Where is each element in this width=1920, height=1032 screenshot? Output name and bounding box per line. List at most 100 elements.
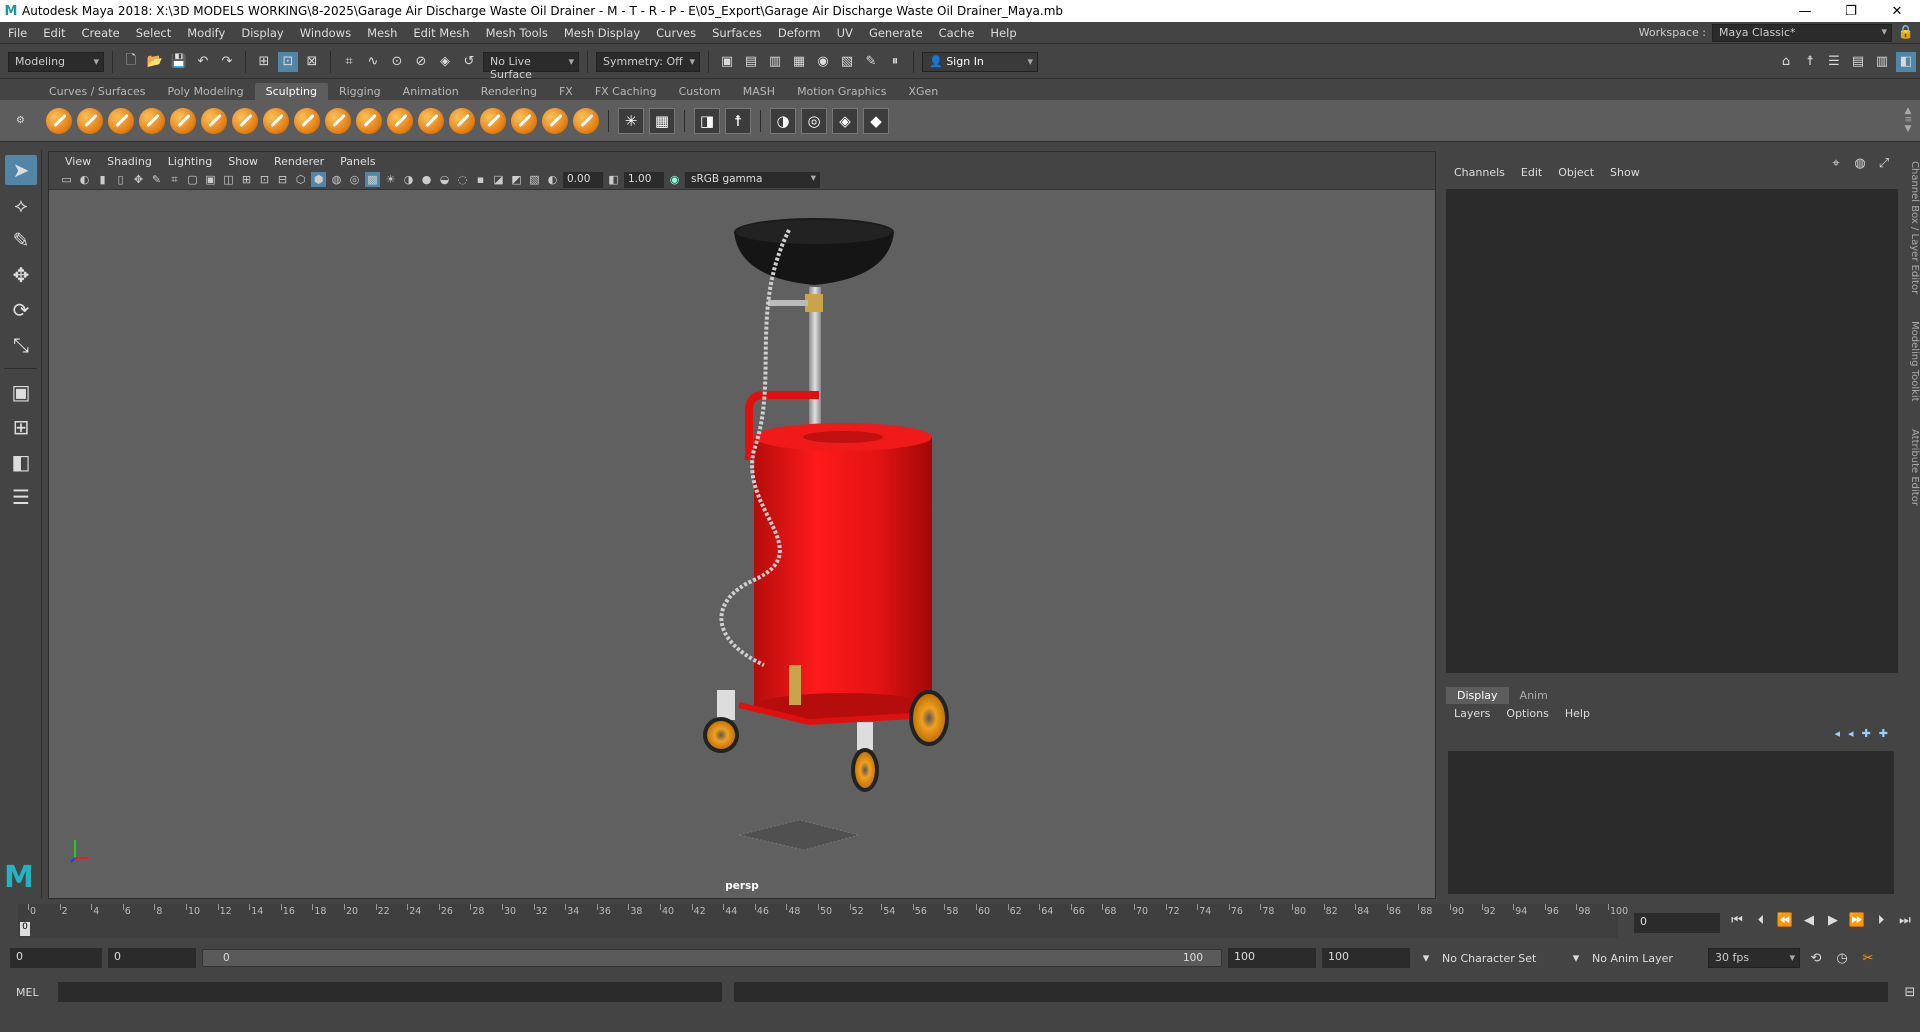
lasso-tool-icon[interactable]: ⟡ — [5, 190, 37, 220]
bookmark-icon[interactable]: ▮ — [95, 172, 110, 187]
imprint-tool-icon[interactable] — [325, 107, 351, 134]
xray-joints-icon[interactable]: ▧ — [527, 172, 542, 187]
camera-attributes-icon[interactable]: ◐ — [77, 172, 92, 187]
depth-of-field-icon[interactable]: ▪ — [473, 172, 488, 187]
tab-poly-modeling[interactable]: Poly Modeling — [157, 83, 255, 100]
step-back-key-icon[interactable]: ⏴ — [1752, 911, 1770, 929]
character-set-icon[interactable]: ▾ — [1416, 948, 1436, 968]
color-management-icon[interactable]: ◉ — [667, 172, 682, 187]
new-scene-icon[interactable]: 🗋 — [121, 52, 141, 72]
menu-mesh-tools[interactable]: Mesh Tools — [478, 26, 556, 40]
go-to-start-icon[interactable]: ⏮ — [1728, 911, 1746, 929]
pinch-tool-icon[interactable] — [170, 107, 196, 134]
tab-rendering[interactable]: Rendering — [470, 83, 548, 100]
fill-tool-icon[interactable] — [418, 107, 444, 134]
menu-mesh-display[interactable]: Mesh Display — [556, 26, 648, 40]
outliner-icon[interactable]: ☰ — [5, 482, 37, 512]
render-settings-icon[interactable]: ▦ — [789, 52, 809, 72]
step-forward-frame-icon[interactable]: ⏩ — [1848, 911, 1866, 929]
viewport-panel[interactable]: View Shading Lighting Show Renderer Pane… — [48, 151, 1436, 899]
create-blend-icon[interactable]: ☨ — [725, 107, 751, 134]
render-frame-icon[interactable]: ▤ — [741, 52, 761, 72]
viewport-menu-renderer[interactable]: Renderer — [266, 155, 332, 168]
layer-list[interactable] — [1448, 751, 1894, 894]
motion-blur-icon[interactable]: ◒ — [437, 172, 452, 187]
freeze-tool-icon[interactable] — [573, 107, 599, 134]
smear-tool-icon[interactable] — [480, 107, 506, 134]
new-layer-icon[interactable]: ✚ — [1862, 727, 1871, 740]
viewport-menu-view[interactable]: View — [57, 155, 99, 168]
scrape-tool-icon[interactable] — [387, 107, 413, 134]
channel-box-menu-channels[interactable]: Channels — [1446, 166, 1513, 179]
move-layer-up-icon[interactable]: ◂ — [1835, 727, 1841, 740]
relax-tool-icon[interactable] — [108, 107, 134, 134]
menu-modify[interactable]: Modify — [179, 26, 233, 40]
snap-surface-icon[interactable]: ◈ — [435, 52, 455, 72]
select-object-icon[interactable]: ⊡ — [278, 51, 298, 72]
use-all-lights-icon[interactable]: ☀ — [383, 172, 398, 187]
auto-key-icon[interactable]: ◷ — [1832, 948, 1852, 968]
save-scene-icon[interactable]: 💾 — [169, 52, 189, 72]
scene-render[interactable] — [49, 190, 1435, 898]
safe-action-icon[interactable]: ⊡ — [257, 172, 272, 187]
script-editor-icon[interactable]: ⊟ — [1900, 982, 1920, 1002]
convert-to-frozen-icon[interactable]: ✳ — [618, 107, 644, 134]
persp-outliner-layout-icon[interactable]: ◧ — [5, 447, 37, 477]
flatten-tool-icon[interactable] — [201, 107, 227, 134]
exposure-icon[interactable]: ◐ — [545, 172, 560, 187]
menu-select[interactable]: Select — [128, 26, 179, 40]
menu-display[interactable]: Display — [233, 26, 291, 40]
shadows-icon[interactable]: ◑ — [401, 172, 416, 187]
view-transform-dropdown[interactable]: sRGB gamma — [685, 171, 820, 188]
play-backward-icon[interactable]: ◀ — [1800, 911, 1818, 929]
menu-curves[interactable]: Curves — [648, 26, 704, 40]
snap-point-icon[interactable]: ⊙ — [387, 52, 407, 72]
spray-tool-icon[interactable] — [263, 107, 289, 134]
modeling-toolkit-icon[interactable]: ⌂ — [1776, 52, 1796, 72]
snap-live-icon[interactable]: ↺ — [459, 52, 479, 72]
layer-menu-layers[interactable]: Layers — [1446, 707, 1498, 720]
shelf-scroll-icon[interactable]: ▲ ≡ ▼ — [1904, 107, 1912, 134]
knife-tool-icon[interactable] — [449, 107, 475, 134]
menu-deform[interactable]: Deform — [770, 26, 829, 40]
lock-icon[interactable]: 🔒 — [1896, 23, 1916, 43]
viewport-menu-lighting[interactable]: Lighting — [160, 155, 220, 168]
workspace-dropdown[interactable]: Maya Classic* — [1712, 23, 1892, 42]
tab-rigging[interactable]: Rigging — [328, 83, 392, 100]
redo-icon[interactable]: ↷ — [217, 52, 237, 72]
gamma-field[interactable]: 1.00 — [624, 171, 664, 188]
wrinkle-icon[interactable]: ◎ — [801, 107, 827, 134]
tab-motion-graphics[interactable]: Motion Graphics — [786, 83, 897, 100]
rotate-tool-icon[interactable]: ⟳ — [5, 295, 37, 325]
amplify-tool-icon[interactable] — [542, 107, 568, 134]
field-chart-icon[interactable]: ⊞ — [239, 172, 254, 187]
ipr-render-icon[interactable]: ▥ — [765, 52, 785, 72]
anti-aliasing-icon[interactable]: ◌ — [455, 172, 470, 187]
sculpt-tool-icon[interactable] — [46, 107, 72, 134]
render-setup-icon[interactable]: ▧ — [837, 52, 857, 72]
menu-create[interactable]: Create — [74, 26, 128, 40]
tab-fx-caching[interactable]: FX Caching — [584, 83, 668, 100]
viewport-menu-show[interactable]: Show — [220, 155, 266, 168]
attribute-toggle-icon[interactable]: ◍ — [1850, 153, 1870, 173]
wireframe-on-shaded-icon[interactable]: ◎ — [347, 172, 362, 187]
paint-select-tool-icon[interactable]: ✎ — [5, 225, 37, 255]
scene-end-field[interactable]: 100 — [1322, 948, 1410, 968]
go-to-end-icon[interactable]: ⏭ — [1896, 911, 1914, 929]
sculpt-mesh-icon[interactable]: ▦ — [649, 107, 675, 134]
play-forward-icon[interactable]: ▶ — [1824, 911, 1842, 929]
grease-pencil-icon[interactable]: ✎ — [149, 172, 164, 187]
tab-sculpting[interactable]: Sculpting — [254, 83, 328, 100]
anim-layer-label[interactable]: No Anim Layer — [1592, 952, 1702, 965]
open-scene-icon[interactable]: 📂 — [145, 52, 165, 72]
texture-deformer-icon[interactable]: ◑ — [770, 107, 796, 134]
exposure-field[interactable]: 0.00 — [563, 171, 603, 188]
tab-custom[interactable]: Custom — [668, 83, 732, 100]
render-view-icon[interactable]: ▣ — [717, 52, 737, 72]
wireframe-icon[interactable]: ⬡ — [293, 172, 308, 187]
anim-layer-icon[interactable]: ▾ — [1566, 948, 1586, 968]
textured-icon[interactable]: ▩ — [365, 172, 380, 187]
select-tool-icon[interactable]: ➤ — [5, 155, 37, 185]
tab-xgen[interactable]: XGen — [897, 83, 949, 100]
channel-box-menu-show[interactable]: Show — [1602, 166, 1648, 179]
